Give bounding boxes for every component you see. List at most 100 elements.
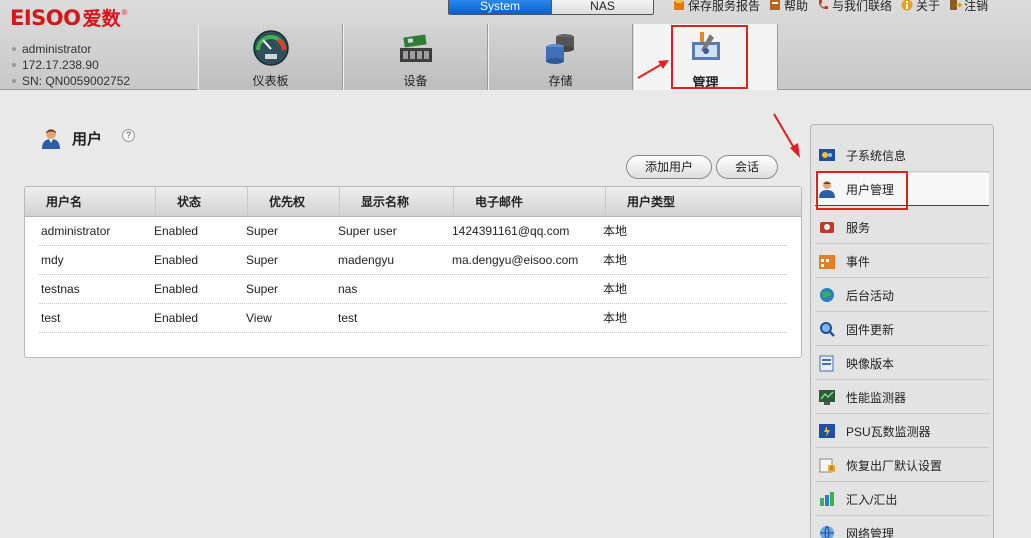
menu-item-performance-monitor[interactable]: 性能监测器	[815, 381, 989, 414]
help-icon[interactable]: ?	[122, 128, 136, 142]
menu-item-label: 固件更新	[846, 322, 895, 337]
user-avatar-icon	[42, 129, 60, 149]
menu-item-label: 汇入/汇出	[846, 492, 898, 507]
column-header[interactable]: 优先权	[248, 187, 340, 217]
column-header[interactable]: 用户类型	[606, 187, 801, 217]
menu-item-label: PSU瓦数监测器	[846, 424, 931, 439]
about-icon	[901, 0, 913, 11]
menu-item-psu-watt-monitor[interactable]: PSU瓦数监测器	[815, 415, 989, 448]
cell-privilege: Super	[246, 253, 279, 267]
background-activity-icon	[820, 288, 834, 302]
column-header[interactable]: 状态	[156, 187, 248, 217]
user-name: administrator	[22, 42, 92, 56]
cell-privilege: Super	[246, 224, 279, 238]
save-report-link[interactable]: 保存服务报告	[672, 0, 760, 14]
table-body: administrator Enabled Super Super user 1…	[25, 217, 801, 333]
menu-item-events[interactable]: 事件	[815, 245, 989, 278]
menu-item-service[interactable]: 服务	[815, 211, 989, 244]
logout-link[interactable]: 注销	[948, 0, 988, 14]
cell-email: ma.dengyu@eisoo.com	[452, 253, 579, 267]
nas-mode-button[interactable]: NAS	[551, 0, 653, 14]
cell-privilege: View	[246, 311, 272, 325]
menu-item-firmware-update[interactable]: 固件更新	[815, 313, 989, 346]
top-links: 保存服务报告 帮助 与我们联络 关于 注销	[672, 0, 988, 14]
cell-user-type: 本地	[603, 311, 628, 325]
table-row[interactable]: mdy Enabled Super madengyu ma.dengyu@eis…	[39, 246, 787, 275]
cell-email	[452, 304, 603, 332]
ip-address: 172.17.238.90	[22, 58, 99, 72]
logout-label: 注销	[964, 0, 989, 13]
tab-device[interactable]: 设备	[343, 24, 488, 90]
menu-item-factory-reset[interactable]: 恢复出厂默认设置	[815, 449, 989, 482]
about-link[interactable]: 关于	[900, 0, 940, 14]
menu-item-network-management[interactable]: 网络管理	[815, 517, 989, 538]
menu-item-label: 事件	[846, 254, 871, 269]
psu-watt-monitor-icon	[819, 424, 835, 438]
subsystem-info-icon	[819, 149, 835, 161]
cell-username: mdy	[41, 253, 64, 267]
menu-item-label: 服务	[846, 220, 871, 235]
serial-number: SN: QN0059002752	[22, 74, 131, 88]
cell-email	[452, 275, 603, 303]
menu-item-subsystem-info[interactable]: 子系统信息	[815, 139, 989, 172]
cell-username: administrator	[41, 224, 111, 238]
factory-reset-icon	[819, 458, 835, 473]
network-management-icon	[820, 525, 834, 538]
cell-user-type: 本地	[603, 282, 628, 296]
add-user-button[interactable]: 添加用户	[626, 155, 712, 179]
table-row[interactable]: test Enabled View test 本地	[39, 304, 787, 333]
cell-display-name: nas	[338, 282, 358, 296]
top-header: EISOO 爱数 ® administrator 172.17.238.90 S…	[0, 0, 1031, 90]
system-mode-button[interactable]: System	[449, 0, 551, 14]
annotation-arrow-icon	[637, 60, 669, 79]
cell-status: Enabled	[154, 311, 199, 325]
menu-item-label: 恢复出厂默认设置	[846, 458, 943, 473]
eisoo-logo: EISOO 爱数 ®	[10, 4, 127, 30]
help-label: 帮助	[784, 0, 809, 13]
cell-display-name: test	[338, 311, 358, 325]
menu-item-label: 映像版本	[846, 356, 895, 371]
menu-item-image-version[interactable]: 映像版本	[815, 347, 989, 380]
image-version-icon	[819, 355, 834, 372]
menu-item-label: 后台活动	[846, 288, 895, 303]
column-header[interactable]: 用户名	[25, 187, 156, 217]
page-actions: 添加用户 会话	[626, 155, 778, 179]
menu-item-label: 性能监测器	[846, 390, 907, 405]
session-button[interactable]: 会话	[716, 155, 778, 179]
tab-storage[interactable]: 存储	[488, 24, 633, 90]
cell-status: Enabled	[154, 282, 199, 296]
registered-mark: ®	[121, 8, 128, 17]
menu-item-import-export[interactable]: 汇入/汇出	[815, 483, 989, 516]
cell-username: test	[41, 311, 61, 325]
contact-link[interactable]: 与我们联络	[816, 0, 892, 14]
cell-display-name: Super user	[338, 224, 397, 238]
cell-user-type: 本地	[603, 253, 628, 267]
tab-storage-label: 存储	[548, 74, 573, 88]
phone-icon	[819, 0, 829, 10]
user-info: administrator 172.17.238.90 SN: QN005900…	[12, 41, 202, 89]
tab-dashboard-label: 仪表板	[252, 74, 289, 88]
service-icon	[820, 222, 834, 233]
tab-device-label: 设备	[403, 74, 428, 88]
bullet-icon	[12, 47, 16, 51]
cell-username: testnas	[41, 282, 80, 296]
annotation-arrow-icon	[773, 113, 800, 158]
table-row[interactable]: administrator Enabled Super Super user 1…	[39, 217, 787, 246]
dashboard-gauge-icon	[252, 30, 289, 66]
cell-user-type: 本地	[603, 224, 628, 238]
tab-dashboard[interactable]: 仪表板	[198, 24, 343, 90]
page-title: 用户	[72, 130, 103, 148]
table-row[interactable]: testnas Enabled Super nas 本地	[39, 275, 787, 304]
user-management-highlight	[816, 171, 908, 210]
menu-item-background-activity[interactable]: 后台活动	[815, 279, 989, 312]
contact-label: 与我们联络	[832, 0, 893, 13]
column-header[interactable]: 显示名称	[340, 187, 454, 217]
save-report-icon	[674, 0, 684, 10]
column-header[interactable]: 电子邮件	[454, 187, 606, 217]
cell-email: 1424391161@qq.com	[452, 224, 570, 238]
import-export-icon	[820, 492, 834, 506]
management-tab-highlight	[671, 25, 748, 89]
users-table: 用户名 状态 优先权 显示名称 电子邮件 用户类型 administrator …	[24, 186, 802, 358]
help-link[interactable]: 帮助	[768, 0, 808, 14]
cell-status: Enabled	[154, 253, 199, 267]
